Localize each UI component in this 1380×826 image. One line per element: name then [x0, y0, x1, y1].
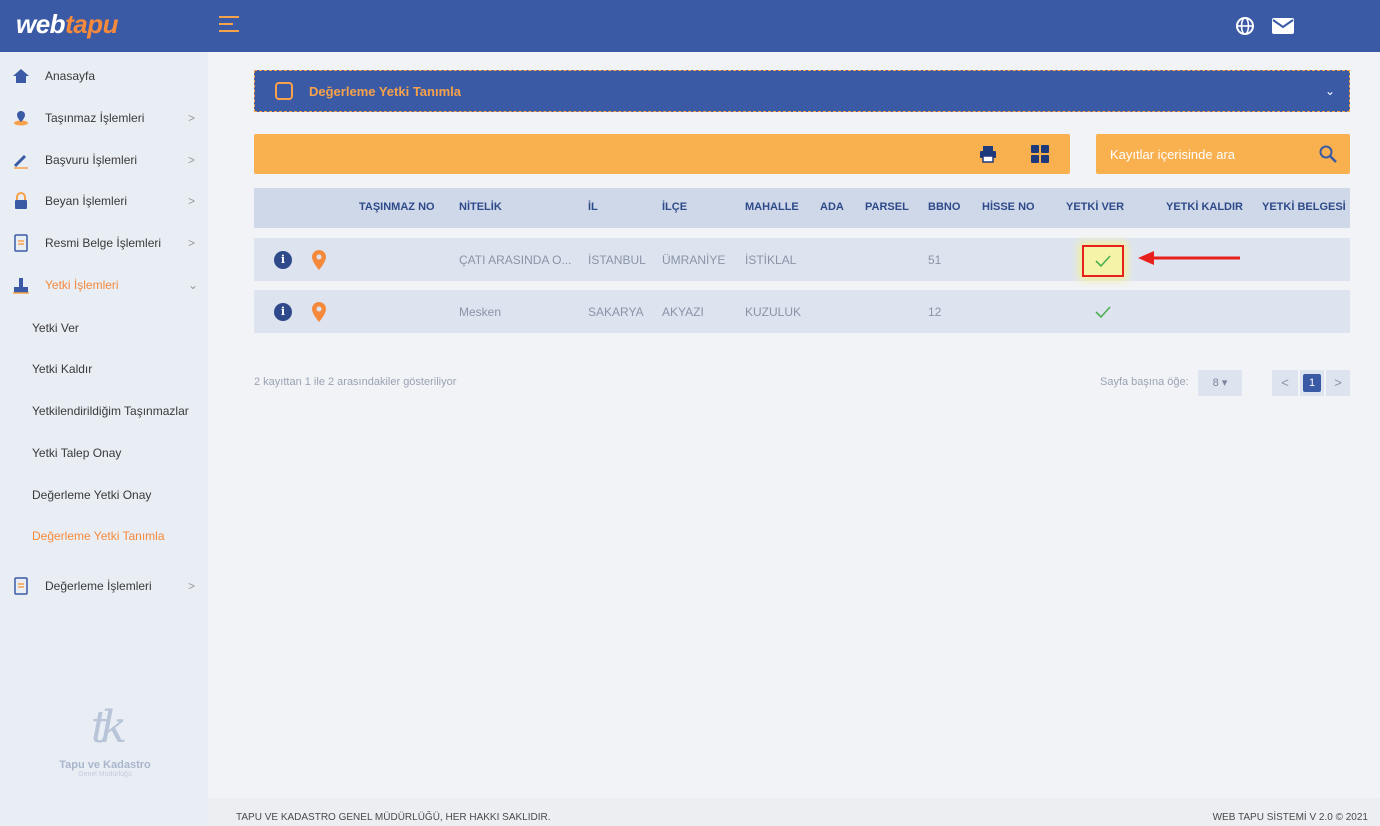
table-row: i Mesken SAKARYA AKYAZI KUZULUK 12: [254, 290, 1350, 333]
col-ilce[interactable]: İLÇE: [662, 201, 687, 213]
footer-version: WEB TAPU SİSTEMİ V 2.0 © 2021: [1212, 812, 1368, 823]
col-yetki-kaldir[interactable]: YETKİ KALDIR: [1166, 201, 1243, 213]
tk-logo-mark: tk: [90, 702, 127, 753]
map-pin-icon[interactable]: [312, 250, 326, 270]
org-sub: Genel Müdürlüğü: [78, 771, 132, 778]
print-icon[interactable]: [978, 144, 998, 164]
sidebar-item-basvuru[interactable]: Başvuru İşlemleri >: [0, 139, 208, 181]
col-ada[interactable]: ADA: [820, 201, 844, 213]
sidebar-item-label: Başvuru İşlemleri: [45, 153, 138, 167]
map-marker-icon: [14, 111, 28, 126]
col-tasinmaz-no[interactable]: TAŞINMAZ NO: [359, 201, 435, 213]
sidebar-item-resmi-belge[interactable]: Resmi Belge İşlemleri >: [0, 222, 208, 264]
cell-mahalle: KUZULUK: [745, 305, 802, 319]
sidebar-item-beyan[interactable]: Beyan İşlemleri >: [0, 180, 208, 222]
lock-icon: [15, 192, 27, 209]
sub-item-yetki-talep-onay[interactable]: Yetki Talep Onay: [32, 446, 121, 460]
sub-item-yetki-ver[interactable]: Yetki Ver: [32, 321, 79, 335]
prev-page-button[interactable]: <: [1272, 370, 1298, 396]
cell-bbno: 51: [928, 253, 942, 267]
page-title-bar[interactable]: Değerleme Yetki Tanımla ⌄: [254, 70, 1350, 112]
col-parsel[interactable]: PARSEL: [865, 201, 909, 213]
col-yetki-ver[interactable]: YETKİ VER: [1066, 201, 1124, 213]
chevron-down-icon: ⌄: [188, 278, 199, 292]
search-box: [1096, 134, 1350, 174]
col-hisse-no[interactable]: HİSSE NO: [982, 201, 1035, 213]
pen-icon: [13, 154, 28, 169]
sidebar-item-anasayfa[interactable]: Anasayfa: [0, 55, 208, 97]
sidebar: Anasayfa Taşınmaz İşlemleri > Başvuru İş…: [0, 52, 208, 826]
mail-icon[interactable]: [1270, 14, 1296, 38]
sidebar-item-yetki[interactable]: Yetki İşlemleri ⌄: [0, 264, 208, 306]
col-bbno[interactable]: BBNO: [928, 201, 960, 213]
document-icon: [14, 234, 28, 252]
sub-item-degerleme-yetki-tanimla[interactable]: Değerleme Yetki Tanımla: [32, 529, 165, 543]
col-mahalle[interactable]: MAHALLE: [745, 201, 799, 213]
logo-prefix: web: [16, 9, 66, 39]
cell-bbno: 12: [928, 305, 942, 319]
col-yetki-belgesi[interactable]: YETKİ BELGESİ: [1262, 201, 1346, 213]
webtapu-logo[interactable]: webtapu: [16, 9, 118, 40]
footer-copyright: TAPU VE KADASTRO GENEL MÜDÜRLÜĞÜ, HER HA…: [236, 812, 551, 823]
toolbar: [254, 134, 1070, 174]
chevron-right-icon: >: [188, 111, 196, 125]
pagination-info: 2 kayıttan 1 ile 2 arasındakiler gösteri…: [254, 376, 457, 388]
sidebar-item-tasinmaz[interactable]: Taşınmaz İşlemleri >: [0, 97, 208, 139]
chevron-right-icon: >: [188, 194, 196, 208]
col-il[interactable]: İL: [588, 201, 598, 213]
chevron-right-icon: >: [188, 153, 196, 167]
user-icon: [13, 278, 29, 294]
chevron-right-icon: >: [188, 236, 196, 250]
cell-il: SAKARYA: [588, 305, 644, 319]
chevron-down-icon: ⌄: [1324, 84, 1335, 98]
sub-item-degerleme-yetki-onay[interactable]: Değerleme Yetki Onay: [32, 488, 151, 502]
tapu-kadastro-logo: tk Tapu ve Kadastro Genel Müdürlüğü: [40, 702, 170, 812]
sub-item-yetkilendirildigim[interactable]: Yetkilendirildiğim Taşınmazlar: [32, 404, 189, 418]
page-size-select[interactable]: 8 ▾: [1198, 370, 1242, 396]
info-icon[interactable]: i: [274, 303, 292, 321]
cell-ilce: AKYAZI: [662, 305, 704, 319]
sidebar-item-label: Resmi Belge İşlemleri: [45, 236, 162, 250]
cell-ilce: ÜMRANİYE: [662, 253, 726, 267]
sidebar-item-degerleme[interactable]: Değerleme İşlemleri >: [0, 565, 208, 607]
chevron-right-icon: >: [188, 579, 196, 593]
check-icon[interactable]: [1090, 249, 1116, 273]
page-size-label: Sayfa başına öğe:: [1100, 376, 1189, 388]
sidebar-item-label: Beyan İşlemleri: [45, 194, 128, 208]
home-icon: [13, 69, 29, 83]
sidebar-item-label: Yetki İşlemleri: [45, 278, 119, 292]
sub-item-yetki-kaldir[interactable]: Yetki Kaldır: [32, 362, 92, 376]
search-icon[interactable]: [1318, 144, 1338, 164]
page-title: Değerleme Yetki Tanımla: [309, 83, 461, 99]
table-header: TAŞINMAZ NO NİTELİK İL İLÇE MAHALLE ADA …: [254, 188, 1350, 228]
smiley-icon: [275, 82, 293, 100]
cell-nitelik: Mesken: [459, 305, 502, 319]
logo-suffix: tapu: [65, 9, 118, 39]
hamburger-menu-icon[interactable]: [219, 16, 239, 36]
document-icon: [14, 577, 28, 595]
page-1-button[interactable]: 1: [1300, 370, 1324, 396]
page-number: 1: [1303, 374, 1321, 392]
annotation-arrow-icon: [1138, 251, 1240, 265]
top-bar: webtapu: [0, 0, 1380, 52]
col-nitelik[interactable]: NİTELİK: [459, 201, 502, 213]
org-name: Tapu ve Kadastro: [59, 759, 151, 771]
sidebar-item-label: Taşınmaz İşlemleri: [45, 111, 145, 125]
search-input[interactable]: [1096, 134, 1306, 174]
cell-mahalle: İSTİKLAL: [745, 253, 797, 267]
sidebar-item-label: Değerleme İşlemleri: [45, 579, 152, 593]
check-icon[interactable]: [1090, 300, 1116, 324]
globe-icon[interactable]: [1232, 14, 1258, 38]
next-page-button[interactable]: >: [1326, 370, 1350, 396]
sidebar-item-label: Anasayfa: [45, 69, 96, 83]
footer: TAPU VE KADASTRO GENEL MÜDÜRLÜĞÜ, HER HA…: [208, 798, 1380, 826]
cell-nitelik: ÇATI ARASINDA O...: [459, 253, 572, 267]
grid-view-icon[interactable]: [1030, 144, 1050, 164]
cell-il: İSTANBUL: [588, 253, 646, 267]
map-pin-icon[interactable]: [312, 302, 326, 322]
info-icon[interactable]: i: [274, 251, 292, 269]
